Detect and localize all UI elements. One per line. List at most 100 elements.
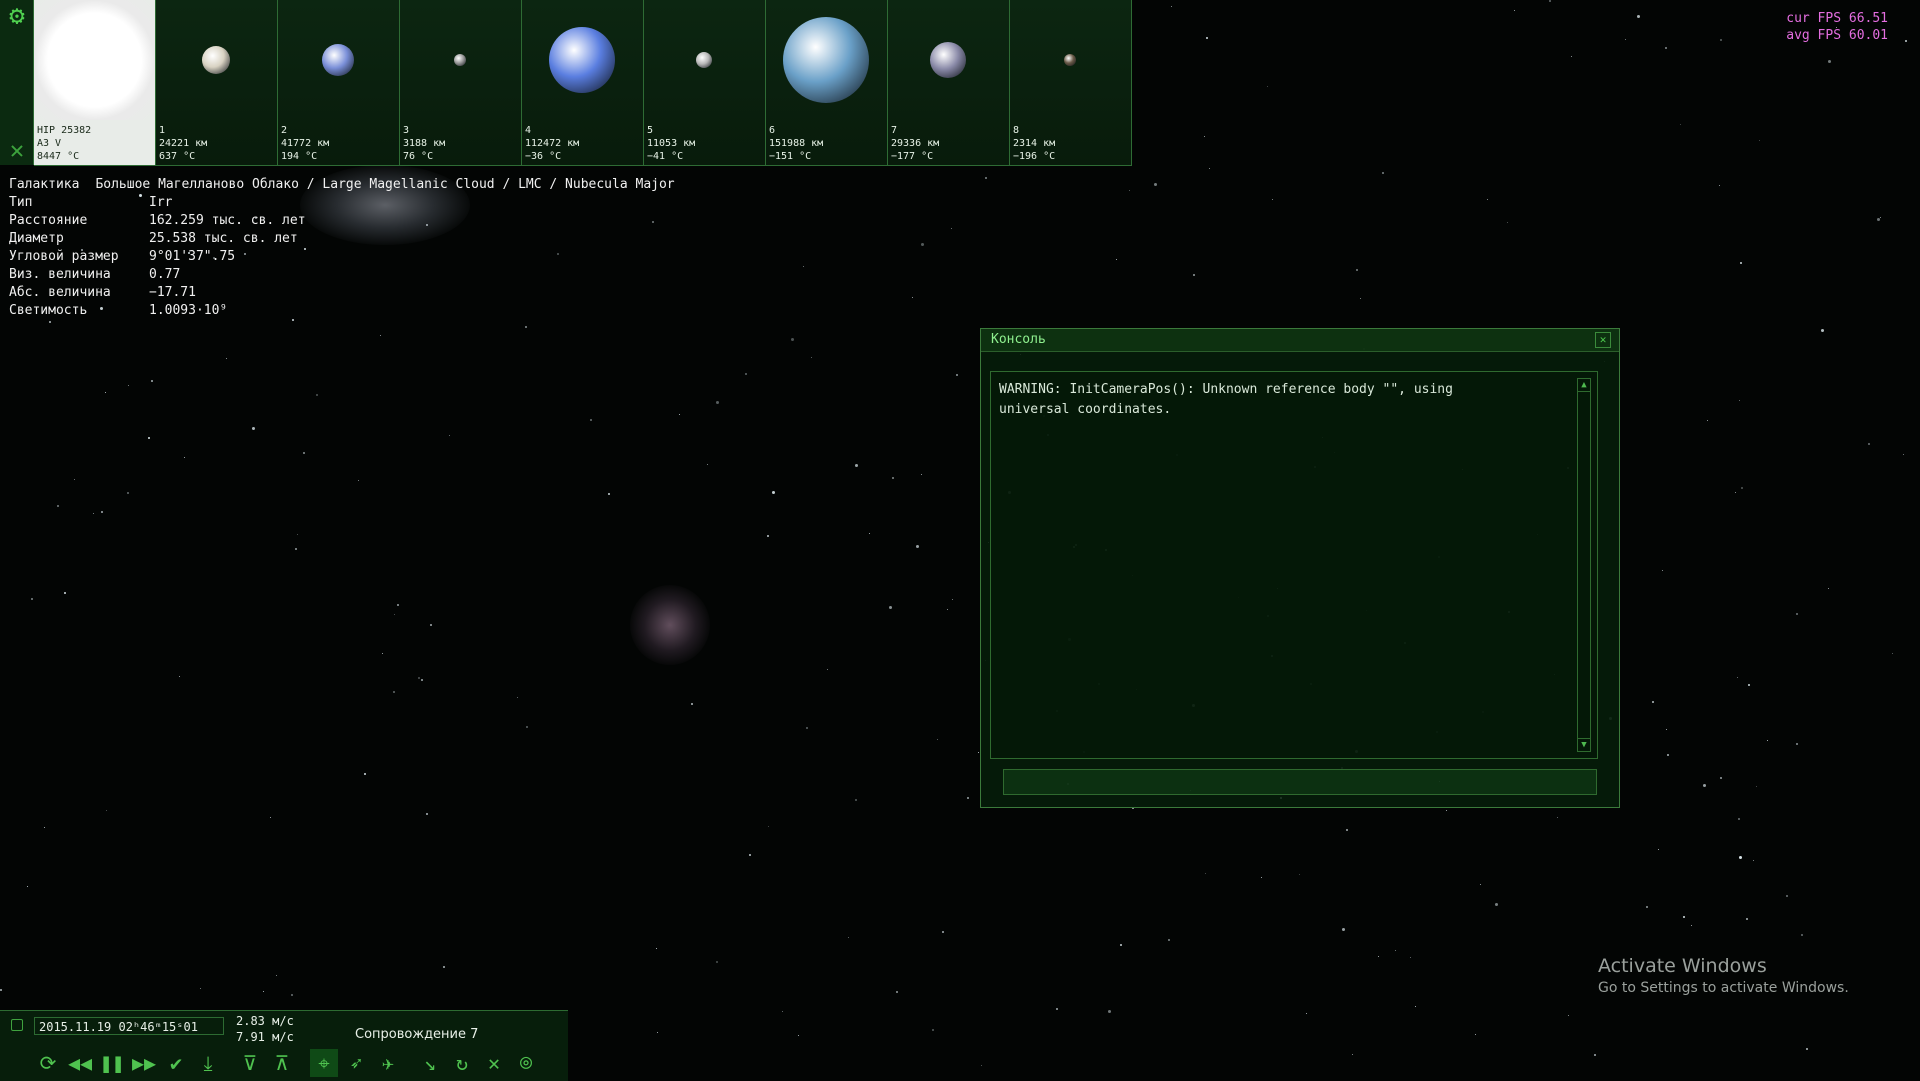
star [1637,15,1640,18]
star [1154,183,1157,186]
star [105,392,106,393]
console-input[interactable] [1003,769,1597,795]
orbit-icon[interactable]: ↻ [448,1049,476,1077]
body-line3: 76 °C [403,151,434,162]
star [418,677,420,679]
body-cell[interactable]: 5 11053 км −41 °C [644,0,766,166]
star [1720,39,1722,41]
plane-icon[interactable]: ✈ [374,1049,402,1077]
up-circle-icon[interactable]: ⊼ [268,1049,296,1077]
close-icon[interactable]: ✕ [1595,332,1611,348]
star [855,464,858,467]
rewind-icon[interactable]: ◀◀ [66,1049,94,1077]
free-camera-icon[interactable]: ⌖ [310,1049,338,1077]
star [1741,487,1743,489]
star [128,385,129,386]
star [291,994,293,996]
console-window: Консоль ✕ WARNING: InitCameraPos(): Unkn… [980,328,1620,808]
body-cell[interactable]: 6 151988 км −151 °C [766,0,888,166]
star [449,435,450,436]
star [1703,784,1706,787]
star [1707,420,1708,421]
object-info: Галактика Большое Магелланово Облако / L… [9,176,675,320]
land-icon[interactable]: ⤓ [194,1049,222,1077]
body-cell[interactable]: 2 41772 км 194 °C [278,0,400,166]
star [295,548,297,550]
date-display[interactable]: 2015.11.19 02ʰ46ᵐ15ˢ01 [34,1017,224,1035]
star [64,592,66,594]
star [252,427,255,430]
star [1356,269,1358,271]
star [798,1035,799,1036]
pause-icon[interactable]: ❚❚ [98,1049,126,1077]
down-circle-icon[interactable]: ⊽ [236,1049,264,1077]
star [1594,1054,1596,1056]
rocket-icon[interactable]: ➶ [342,1049,370,1077]
body-cell[interactable]: 1 24221 км 637 °C [156,0,278,166]
star [768,826,769,827]
fast-forward-icon[interactable]: ▶▶ [130,1049,158,1077]
body-line2: A3 V [37,138,62,149]
star [767,535,769,537]
star [1796,743,1798,745]
info-row: Угловой размер 9°01'37".75 [9,248,675,266]
star [151,380,153,382]
cross-icon[interactable]: ✕ [480,1049,508,1077]
planet-image [696,52,712,68]
star [184,457,185,458]
star [1120,944,1122,946]
star [1204,136,1205,137]
star [517,697,518,698]
body-line3: −41 °C [647,151,684,162]
star [1168,939,1170,941]
info-type-label: Галактика [9,177,80,192]
body-cell[interactable]: 8 2314 км −196 °C [1010,0,1132,166]
star [382,653,383,654]
star [426,813,428,815]
star [912,297,913,298]
star [303,452,305,454]
gear-icon[interactable]: ⚙ [3,2,31,30]
body-line3: −177 °C [891,151,934,162]
body-line2: 24221 км [159,138,208,149]
star [1903,454,1904,455]
select-icon[interactable]: ↘ [416,1049,444,1077]
body-label: 7 29336 км −177 °C [891,124,939,163]
star [978,752,979,753]
speed-readout: 2.83 м/с 7.91 м/с [236,1013,294,1045]
body-cell[interactable]: 7 29336 км −177 °C [888,0,1010,166]
scroll-down-icon[interactable]: ▼ [1578,738,1590,751]
star [1116,259,1117,260]
panel-toggle[interactable] [11,1019,23,1031]
star [421,679,423,681]
scroll-up-icon[interactable]: ▲ [1578,379,1590,392]
body-cell[interactable]: 4 112472 км −36 °C [522,0,644,166]
body-cell[interactable]: 3 3188 км 76 °C [400,0,522,166]
check-icon[interactable]: ✔ [162,1049,190,1077]
close-icon[interactable]: ✕ [3,136,31,164]
body-line1: 1 [159,125,166,136]
console-scrollbar[interactable]: ▲ ▼ [1577,378,1591,752]
refresh-icon[interactable]: ⟳ [34,1049,62,1077]
star [1683,916,1685,918]
star [608,493,610,495]
time-panel: 2015.11.19 02ʰ46ᵐ15ˢ01 2.83 м/с 7.91 м/с… [0,1010,568,1081]
info-key: Расстояние [9,213,88,228]
star [1475,1034,1476,1035]
star [1625,39,1626,40]
console-titlebar[interactable]: Консоль ✕ [981,329,1619,352]
planet-image [549,27,615,93]
star [921,243,924,246]
star [1346,829,1348,831]
star [892,477,894,479]
body-line1: 3 [403,125,410,136]
target-icon[interactable]: ⌾ [512,1049,540,1077]
star [1209,168,1210,169]
body-cell[interactable]: HIP 25382 A3 V 8447 °C [34,0,156,166]
info-row: Виз. величина 0.77 [9,266,675,284]
body-label: 3 3188 км 76 °C [403,124,445,163]
star [270,817,271,818]
fps-counter: cur FPS 66.51 avg FPS 60.01 [1786,10,1888,44]
activation-watermark: Activate Windows Go to Settings to activ… [1598,954,1849,998]
star [749,854,751,856]
